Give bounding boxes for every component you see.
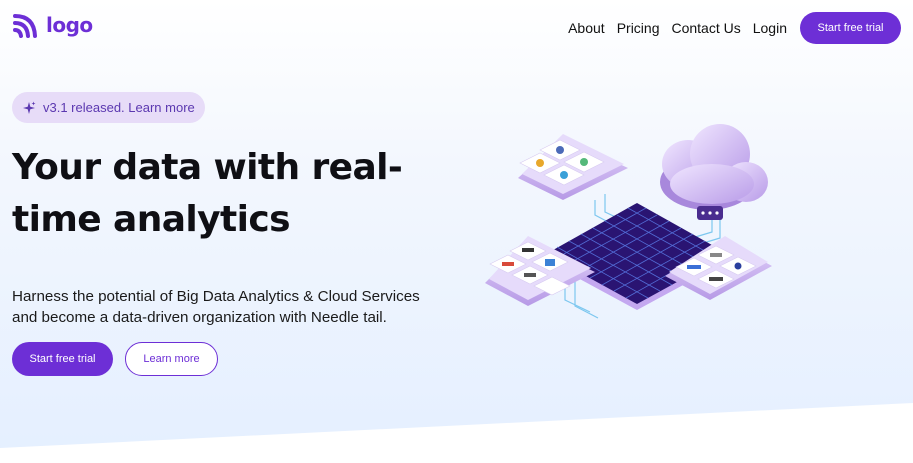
logo-text: logo <box>46 13 93 37</box>
tile-logo-icon <box>709 277 723 281</box>
tile-logo-icon <box>524 273 536 277</box>
hero-subtext: Harness the potential of Big Data Analyt… <box>12 286 462 328</box>
tile-logo-icon <box>734 262 742 270</box>
cloud-icon <box>660 124 768 220</box>
nav-link-pricing[interactable]: Pricing <box>617 20 660 36</box>
tile-logo-icon <box>522 248 534 252</box>
top-left-tile-tray <box>518 134 628 200</box>
nav-link-contact-us[interactable]: Contact Us <box>671 20 740 36</box>
cloud-data-platform-illustration <box>485 124 772 319</box>
hero-subtext-line2: and become a data-driven organization wi… <box>12 309 387 326</box>
hero-subtext-line1: Harness the potential of Big Data Analyt… <box>12 288 420 305</box>
release-badge[interactable]: v3.1 released. Learn more <box>12 92 205 123</box>
tile-logo-icon <box>545 259 555 266</box>
tile-logo-icon <box>580 158 588 166</box>
nav-link-about[interactable]: About <box>568 20 605 36</box>
sparkle-icon <box>23 101 36 114</box>
top-navbar: logo About Pricing Contact Us Login Star… <box>0 0 913 58</box>
hero-headline-line1: Your data with real- <box>12 147 403 188</box>
tile-logo-icon <box>560 171 568 179</box>
tile-logo-icon <box>687 265 701 269</box>
nav-start-free-trial-button[interactable]: Start free trial <box>800 12 901 44</box>
hero-headline: Your data with real- time analytics <box>12 142 432 246</box>
logo[interactable]: logo <box>12 11 93 39</box>
logo-icon <box>13 14 37 38</box>
tile-logo-icon <box>556 146 564 154</box>
tile-logo-icon <box>502 262 514 266</box>
nav-links: About Pricing Contact Us Login Start fre… <box>568 12 901 44</box>
hero-start-free-trial-button[interactable]: Start free trial <box>12 342 113 376</box>
tile-logo-icon <box>710 253 722 257</box>
release-badge-text: v3.1 released. Learn more <box>43 100 195 115</box>
hero-learn-more-button[interactable]: Learn more <box>125 342 218 376</box>
nav-link-login[interactable]: Login <box>753 20 787 36</box>
hero-headline-line2: time analytics <box>12 199 291 240</box>
tile-logo-icon <box>536 159 544 167</box>
